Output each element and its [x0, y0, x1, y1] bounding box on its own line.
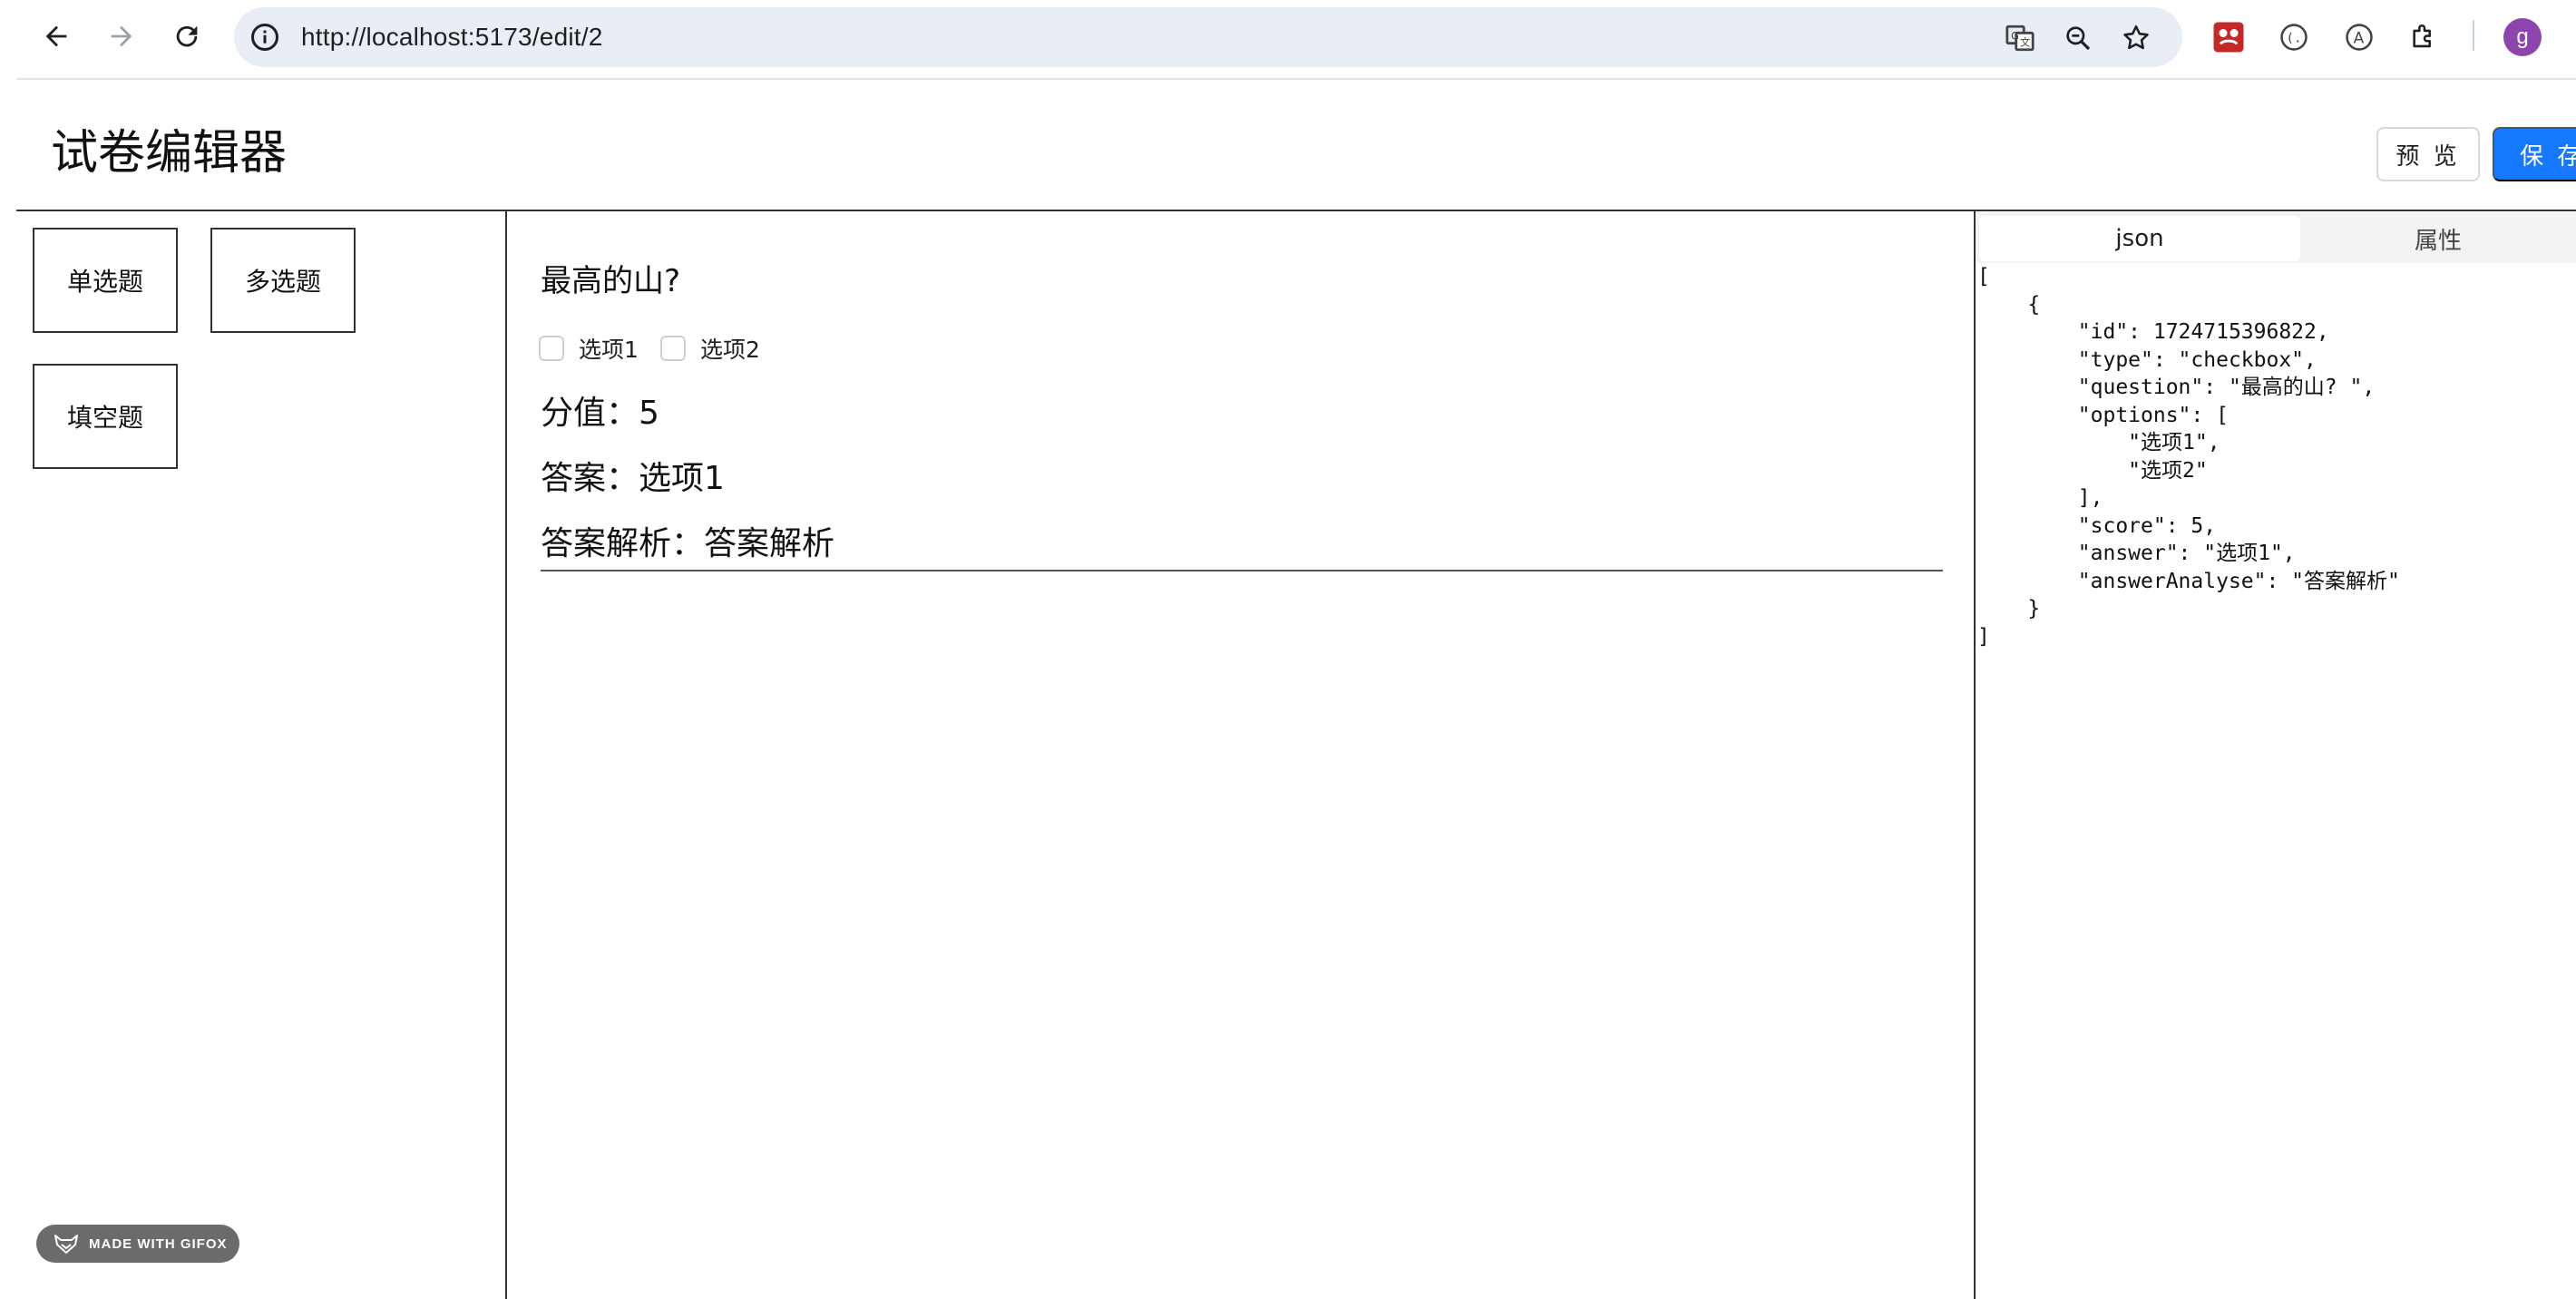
preview-button[interactable]: 预 览 — [2376, 127, 2480, 181]
browser-toolbar: http://localhost:5173/edit/2 G文 (..) A g — [0, 0, 2576, 73]
site-info-icon[interactable] — [249, 21, 281, 54]
right-panel-tabs: json 属性 — [1976, 212, 2576, 263]
gifox-badge-text: MADE WITH GIFOX — [89, 1236, 228, 1252]
question-title[interactable]: 最高的山? — [541, 256, 680, 300]
bookmark-star-icon[interactable] — [2119, 21, 2153, 55]
gifox-badge: MADE WITH GIFOX — [36, 1225, 239, 1263]
toolbar-divider — [16, 78, 2576, 80]
page-title: 试卷编辑器 — [51, 126, 288, 181]
forward-icon[interactable] — [100, 15, 143, 58]
score-text: 分值：5 — [541, 395, 659, 432]
tab-properties[interactable]: 属性 — [2304, 216, 2572, 261]
svg-text:A: A — [2354, 29, 2365, 47]
back-icon[interactable] — [34, 15, 78, 58]
right-pane-divider — [1974, 210, 1976, 1299]
extension-code-icon[interactable]: (..) — [2275, 18, 2313, 56]
url-text[interactable]: http://localhost:5173/edit/2 — [301, 23, 603, 52]
option-2-label: 选项2 — [700, 337, 760, 363]
extensions-puzzle-icon[interactable] — [2405, 18, 2444, 56]
option-2-checkbox[interactable] — [660, 336, 686, 361]
fill-blank-button[interactable]: 填空题 — [33, 364, 178, 469]
left-pane-divider — [505, 210, 507, 1299]
zoom-out-icon[interactable] — [2061, 21, 2095, 55]
multiple-choice-button[interactable]: 多选题 — [210, 228, 356, 333]
profile-avatar[interactable]: g — [2503, 18, 2542, 56]
translate-icon[interactable]: G文 — [2003, 21, 2037, 55]
svg-text:(..): (..) — [2287, 32, 2310, 46]
svg-text:文: 文 — [2020, 36, 2030, 49]
option-1-checkbox[interactable] — [539, 336, 564, 361]
header-divider — [16, 210, 2576, 211]
option-2[interactable]: 选项2 — [660, 332, 760, 365]
answer-text: 答案：选项1 — [541, 460, 725, 497]
toolbar-separator — [2473, 20, 2474, 51]
extension-red-icon[interactable] — [2210, 18, 2248, 56]
option-1-label: 选项1 — [579, 337, 639, 363]
gifox-logo-icon — [54, 1235, 78, 1254]
save-button[interactable]: 保 存 — [2493, 127, 2576, 181]
tab-json[interactable]: json — [1979, 216, 2300, 261]
single-choice-button[interactable]: 单选题 — [33, 228, 178, 333]
option-1[interactable]: 选项1 — [539, 332, 639, 365]
address-bar[interactable]: http://localhost:5173/edit/2 G文 — [234, 7, 2182, 67]
question-divider — [541, 570, 1943, 571]
extension-a-icon[interactable]: A — [2340, 18, 2378, 56]
json-preview: [ { "id": 1724715396822, "type": "checkb… — [1977, 265, 2400, 649]
analysis-text: 答案解析：答案解析 — [541, 525, 835, 562]
svg-text:G: G — [2011, 29, 2019, 42]
reload-icon[interactable] — [165, 15, 209, 58]
